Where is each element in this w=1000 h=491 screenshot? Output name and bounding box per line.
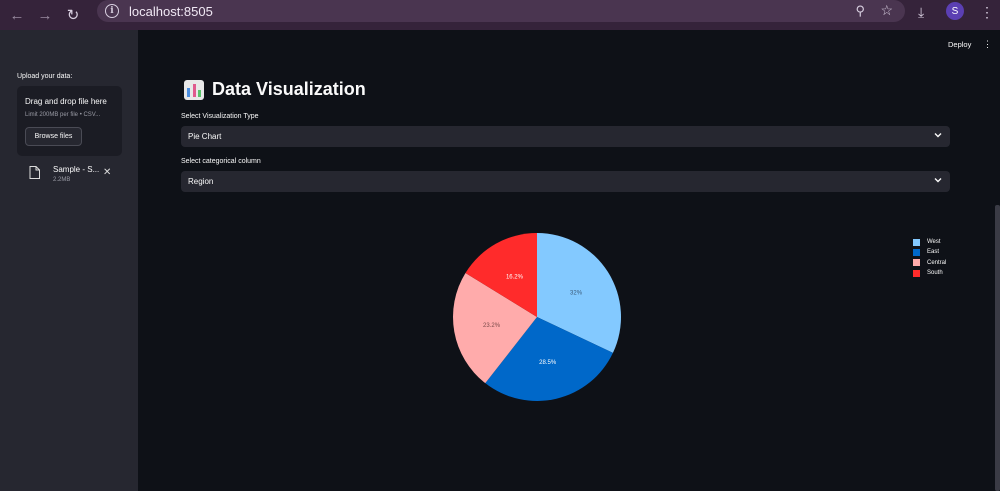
pie-label-east: 28.5% bbox=[539, 360, 557, 366]
browse-files-button[interactable]: Browse files bbox=[25, 127, 82, 146]
sidebar: Upload your data: Drag and drop file her… bbox=[0, 30, 138, 491]
page-title: Data Visualization bbox=[212, 79, 366, 99]
browser-toolbar: ← → ↻ i localhost:8505 ⚲ ☆ ⤓ S ⋮ bbox=[0, 0, 1000, 30]
cat-col-label: Select categorical column bbox=[181, 158, 261, 165]
file-name: Sample - S... bbox=[53, 165, 100, 174]
bar-chart-icon bbox=[184, 79, 204, 100]
forward-arrow-icon[interactable]: → bbox=[34, 4, 56, 26]
legend-item-west[interactable]: West bbox=[913, 237, 946, 247]
uploaded-file: Sample - S... 2.2MB ✕ bbox=[29, 162, 119, 186]
legend-item-east[interactable]: East bbox=[913, 247, 946, 257]
cat-col-value: Region bbox=[188, 177, 214, 186]
file-icon bbox=[29, 166, 40, 179]
file-size: 2.2MB bbox=[53, 177, 71, 183]
legend-label: South bbox=[927, 270, 943, 277]
address-bar[interactable]: i localhost:8505 ⚲ ☆ bbox=[97, 0, 905, 22]
legend-label: West bbox=[927, 239, 941, 246]
file-dropzone[interactable]: Drag and drop file here Limit 200MB per … bbox=[17, 86, 122, 156]
zoom-icon[interactable]: ⚲ bbox=[855, 3, 865, 19]
legend-item-central[interactable]: Central bbox=[913, 258, 946, 268]
chevron-down-icon bbox=[934, 133, 942, 138]
dropzone-title: Drag and drop file here bbox=[25, 97, 107, 106]
chevron-down-icon bbox=[934, 178, 942, 183]
url-text[interactable]: localhost:8505 bbox=[129, 4, 213, 19]
legend-swatch bbox=[913, 238, 920, 246]
legend-item-south[interactable]: South bbox=[913, 268, 946, 278]
viz-type-select[interactable]: Pie Chart bbox=[181, 126, 950, 147]
deploy-button[interactable]: Deploy bbox=[948, 40, 971, 49]
main-menu-icon[interactable]: ⋮ bbox=[983, 39, 992, 50]
upload-label: Upload your data: bbox=[17, 73, 73, 80]
cat-col-select[interactable]: Region bbox=[181, 171, 950, 192]
legend-label: East bbox=[927, 249, 940, 256]
site-info-icon[interactable]: i bbox=[105, 4, 119, 18]
bookmark-star-icon[interactable]: ☆ bbox=[880, 2, 893, 19]
pie-chart-svg: 32% 28.5% 23.2% 16.2% bbox=[453, 233, 621, 401]
pie-label-west: 32% bbox=[570, 290, 583, 296]
pie-chart: 32% 28.5% 23.2% 16.2% bbox=[452, 232, 622, 402]
viz-type-label: Select Visualization Type bbox=[181, 113, 259, 120]
pie-label-south: 16.2% bbox=[506, 275, 524, 281]
legend-swatch bbox=[913, 248, 920, 256]
download-icon[interactable]: ⤓ bbox=[918, 4, 924, 21]
browser-menu-icon[interactable]: ⋮ bbox=[980, 4, 994, 21]
dropzone-limit: Limit 200MB per file • CSV... bbox=[25, 112, 101, 118]
scrollbar[interactable] bbox=[995, 205, 1000, 491]
page-header: Data Visualization bbox=[184, 79, 366, 100]
viz-type-value: Pie Chart bbox=[188, 132, 222, 141]
legend-label: Central bbox=[927, 259, 947, 266]
legend-swatch bbox=[913, 269, 920, 277]
profile-avatar[interactable]: S bbox=[946, 2, 964, 20]
back-arrow-icon[interactable]: ← bbox=[6, 4, 28, 26]
chart-legend: West East Central South bbox=[913, 237, 946, 278]
legend-swatch bbox=[913, 259, 920, 267]
pie-label-central: 23.2% bbox=[483, 323, 501, 329]
remove-file-icon[interactable]: ✕ bbox=[103, 167, 111, 178]
reload-icon[interactable]: ↻ bbox=[62, 4, 84, 26]
